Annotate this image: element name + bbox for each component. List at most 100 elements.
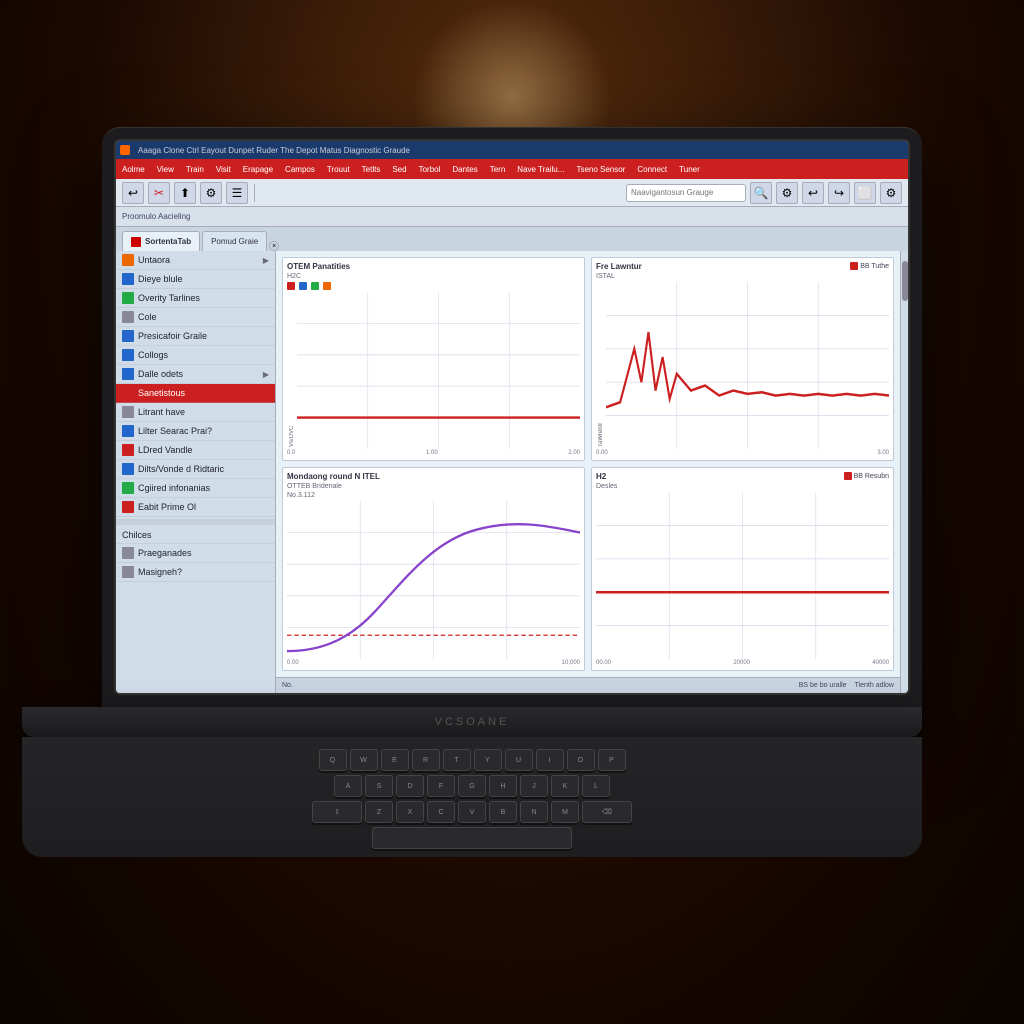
key-s[interactable]: S: [365, 775, 393, 797]
xaxis-label-2: 2.00: [568, 450, 580, 456]
key-u[interactable]: U: [505, 749, 533, 771]
toolbar-btn-up[interactable]: ⬆: [174, 182, 196, 204]
tab-close-btn[interactable]: ×: [269, 241, 279, 251]
key-backspace[interactable]: ⌫: [582, 801, 632, 823]
key-j[interactable]: J: [520, 775, 548, 797]
key-t[interactable]: T: [443, 749, 471, 771]
key-z[interactable]: Z: [365, 801, 393, 823]
scrollbar-vertical[interactable]: [900, 251, 908, 693]
menu-item-train[interactable]: Train: [184, 165, 206, 174]
menu-item-tern[interactable]: Tern: [488, 165, 508, 174]
toolbar-btn-extra1[interactable]: ⚙: [776, 182, 798, 204]
sidebar: Untaora ▶ Dieye blule Overity Tarlines: [116, 251, 276, 693]
laptop-screen-outer: Aaaga Clone Ctrl Eayout Dunpet Ruder The…: [102, 127, 922, 707]
sidebar-item-untaora[interactable]: Untaora ▶: [116, 251, 275, 270]
sidebar-item-litrant[interactable]: Litrant have: [116, 403, 275, 422]
key-e[interactable]: E: [381, 749, 409, 771]
legend-dot-3: [311, 282, 319, 290]
menu-item-campos[interactable]: Campos: [283, 165, 317, 174]
scrollbar-thumb[interactable]: [902, 261, 908, 301]
sidebar-item-chilces[interactable]: Chilces: [116, 527, 275, 544]
sidebar-item-lilter[interactable]: Lilter Searac Prai?: [116, 422, 275, 441]
tab-icon-1: [131, 237, 141, 247]
key-y[interactable]: Y: [474, 749, 502, 771]
search-button[interactable]: 🔍: [750, 182, 772, 204]
key-l[interactable]: L: [582, 775, 610, 797]
sidebar-item-dieye[interactable]: Dieye blule: [116, 270, 275, 289]
key-f[interactable]: F: [427, 775, 455, 797]
sidebar-item-dilts[interactable]: Dilts/Vonde d Ridtaric: [116, 460, 275, 479]
key-space[interactable]: [372, 827, 572, 849]
sidebar-item-sanetistous[interactable]: Sanetistous: [116, 384, 275, 403]
toolbar-btn-settings[interactable]: ⚙: [200, 182, 222, 204]
key-g[interactable]: G: [458, 775, 486, 797]
menu-item-tuner[interactable]: Tuner: [677, 165, 702, 174]
sidebar-item-masigneh[interactable]: Masigneh?: [116, 563, 275, 582]
key-p[interactable]: P: [598, 749, 626, 771]
key-o[interactable]: O: [567, 749, 595, 771]
menu-item-torbol[interactable]: Torbol: [417, 165, 443, 174]
key-i[interactable]: I: [536, 749, 564, 771]
legend-dot-1: [287, 282, 295, 290]
sidebar-item-dalle[interactable]: Dalle odets ▶: [116, 365, 275, 384]
key-m[interactable]: M: [551, 801, 579, 823]
key-q[interactable]: Q: [319, 749, 347, 771]
key-b[interactable]: B: [489, 801, 517, 823]
chart-otteb: Mondaong round N ITEL OTTEB Bridenale No…: [282, 467, 585, 671]
search-input[interactable]: [626, 184, 746, 202]
key-k[interactable]: K: [551, 775, 579, 797]
sidebar-item-praeganades[interactable]: Praeganades: [116, 544, 275, 563]
key-w[interactable]: W: [350, 749, 378, 771]
menu-item-trouut[interactable]: Trouut: [325, 165, 352, 174]
menu-item-nave[interactable]: Nave Trailu...: [515, 165, 566, 174]
menu-item-erapage[interactable]: Erapage: [241, 165, 275, 174]
sub-toolbar-label: Proomulo Aacieling: [122, 212, 190, 221]
menu-item-tseno[interactable]: Tseno Sensor: [574, 165, 627, 174]
menu-item-aolme[interactable]: Aolme: [120, 165, 147, 174]
tab-sortentatab[interactable]: SortentaTab: [122, 231, 200, 251]
key-r[interactable]: R: [412, 749, 440, 771]
key-a[interactable]: A: [334, 775, 362, 797]
sidebar-label-sanetistous: Sanetistous: [138, 388, 269, 398]
key-shift[interactable]: ⇧: [312, 801, 362, 823]
sidebar-item-ldred[interactable]: LDred Vandle: [116, 441, 275, 460]
menu-item-visit[interactable]: Visit: [214, 165, 233, 174]
key-c[interactable]: C: [427, 801, 455, 823]
sidebar-item-cole[interactable]: Cole: [116, 308, 275, 327]
sidebar-label-lilter: Lilter Searac Prai?: [138, 426, 269, 436]
chart-fre: Fre Lawntur ISTAL BB Tuthe: [591, 257, 894, 461]
key-v[interactable]: V: [458, 801, 486, 823]
menu-item-view[interactable]: View: [155, 165, 176, 174]
toolbar-btn-extra4[interactable]: ⬜: [854, 182, 876, 204]
sidebar-item-eabit[interactable]: Eabit Prime Ol: [116, 498, 275, 517]
menu-item-sed[interactable]: Sed: [390, 165, 408, 174]
app-icon: [120, 145, 130, 155]
chart-fre-xaxis: 0.00 3.00: [596, 450, 889, 456]
tabs-bar: SortentaTab Pomud Graie ×: [116, 227, 908, 251]
sidebar-item-cgiired[interactable]: Cgiired infonanias: [116, 479, 275, 498]
sidebar-label-presicafoir: Presicafoir Graile: [138, 331, 269, 341]
sub-toolbar: Proomulo Aacieling: [116, 207, 908, 227]
toolbar-btn-back[interactable]: ↩: [122, 182, 144, 204]
toolbar-btn-menu[interactable]: ☰: [226, 182, 248, 204]
chart-desles: H2 Desles BB Resubn: [591, 467, 894, 671]
keyboard-area: Q W E R T Y U I O P A S D F G H J K L ⇧ …: [22, 737, 922, 857]
chart-otteb-sub2: No.3.112: [287, 492, 580, 499]
toolbar-btn-extra3[interactable]: ↪: [828, 182, 850, 204]
key-x[interactable]: X: [396, 801, 424, 823]
toolbar-btn-extra2[interactable]: ↩: [802, 182, 824, 204]
tab-pomud[interactable]: Pomud Graie: [202, 231, 267, 251]
sidebar-item-presicafoir[interactable]: Presicafoir Graile: [116, 327, 275, 346]
toolbar-btn-extra5[interactable]: ⚙: [880, 182, 902, 204]
key-n[interactable]: N: [520, 801, 548, 823]
title-bar-text: Aaaga Clone Ctrl Eayout Dunpet Ruder The…: [138, 146, 410, 155]
menu-item-tetlts[interactable]: Tetlts: [360, 165, 383, 174]
toolbar: ↩ ✂ ⬆ ⚙ ☰ 🔍 ⚙ ↩ ↪ ⬜ ⚙: [116, 179, 908, 207]
key-d[interactable]: D: [396, 775, 424, 797]
menu-item-connect[interactable]: Connect: [635, 165, 669, 174]
sidebar-item-collogs[interactable]: Collogs: [116, 346, 275, 365]
key-h[interactable]: H: [489, 775, 517, 797]
sidebar-item-overity[interactable]: Overity Tarlines: [116, 289, 275, 308]
toolbar-btn-cut[interactable]: ✂: [148, 182, 170, 204]
menu-item-dantes[interactable]: Dantes: [450, 165, 479, 174]
